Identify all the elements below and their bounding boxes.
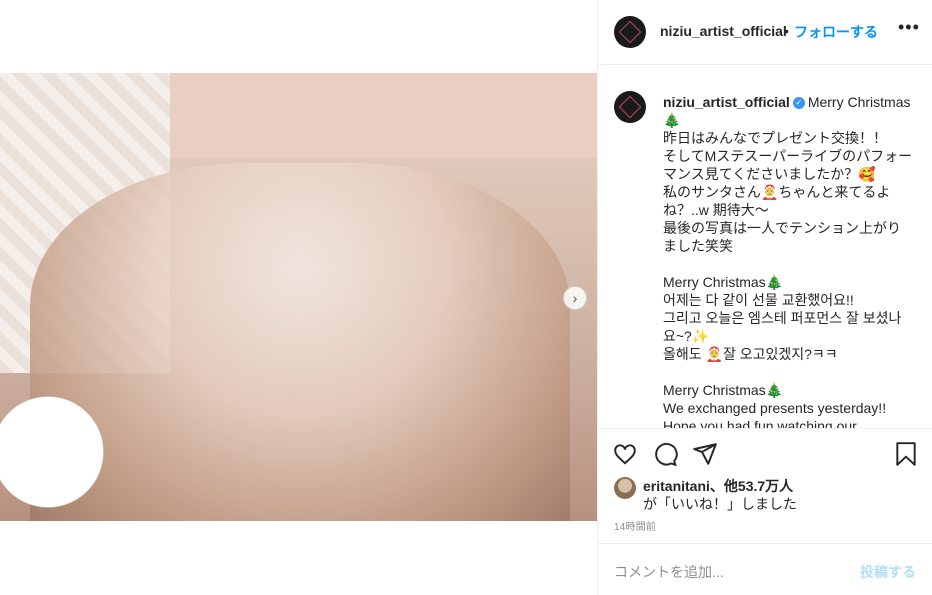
follow-button[interactable]: フォローする [794, 22, 878, 42]
post-timestamp[interactable]: 14時間前 [614, 518, 656, 533]
more-options-icon[interactable]: ••• [898, 17, 920, 38]
comment-bar: コメントを追加... 投稿する [598, 543, 932, 595]
caption-line: 昨日はみんなでプレゼント交換！！ [663, 130, 887, 146]
share-icon[interactable] [692, 441, 718, 467]
caption-line: 私のサンタさん🤶ちゃんと来てるよね？..w 期待大〜 [663, 184, 891, 218]
liker-avatar[interactable] [614, 477, 636, 499]
caption-line: 最後の写真は一人でテンション上がりました笑笑 [663, 220, 901, 254]
caption-line: 올해도 🤶잘 오고있겠지?ㅋㅋ [663, 346, 838, 362]
header-separator: • [784, 23, 789, 39]
likes-count[interactable]: 、他53.7万人 [710, 478, 793, 494]
comment-input[interactable]: コメントを追加... [614, 562, 724, 582]
header-avatar[interactable] [614, 16, 646, 48]
post-photo [0, 73, 597, 521]
caption-line: Merry Christmas🎄 [663, 274, 784, 290]
caption-line: そしてMステスーパーライブのパフォーマンス見てくださいましたか？🥰 [663, 148, 913, 182]
caption-line: 그리고 오늘은 엠스테 퍼포먼스 잘 보셨나요~?✨ [663, 310, 902, 344]
caption-line: 어제는 다 같이 선물 교환했어요!! [663, 292, 854, 308]
post-header: niziu_artist_official • フォローする ••• [598, 0, 932, 65]
likes-summary: eritanitani、他53.7万人 [643, 476, 793, 496]
comment-icon[interactable] [652, 441, 678, 467]
caption-avatar[interactable] [614, 91, 646, 123]
verified-badge-icon: ✓ [792, 97, 805, 110]
brand-logo-icon [618, 95, 642, 119]
caption-text: niziu_artist_official ✓ Merry Christmas🎄 昨… [663, 93, 913, 428]
next-photo-button[interactable]: › [563, 286, 587, 310]
caption-line: Hope you had fun watching our [663, 418, 857, 428]
snowman-sticker [0, 383, 120, 521]
bookmark-icon[interactable] [893, 441, 919, 467]
header-username[interactable]: niziu_artist_official [660, 23, 787, 39]
caption-line: Merry Christmas🎄 [663, 382, 784, 398]
likes-suffix: が「いいね！」しました [643, 496, 797, 512]
post-comment-button[interactable]: 投稿する [860, 562, 916, 582]
caption-area: niziu_artist_official ✓ Merry Christmas🎄 昨… [598, 65, 932, 428]
photo-curtain [170, 73, 597, 158]
brand-logo-icon [618, 20, 642, 44]
liker-username[interactable]: eritanitani [643, 478, 710, 494]
chevron-right-icon: › [572, 290, 578, 306]
heart-icon[interactable] [612, 441, 638, 467]
caption-username[interactable]: niziu_artist_official [663, 94, 790, 110]
post-media[interactable]: › [0, 73, 597, 521]
caption-line: We exchanged presents yesterday!! [663, 400, 887, 416]
